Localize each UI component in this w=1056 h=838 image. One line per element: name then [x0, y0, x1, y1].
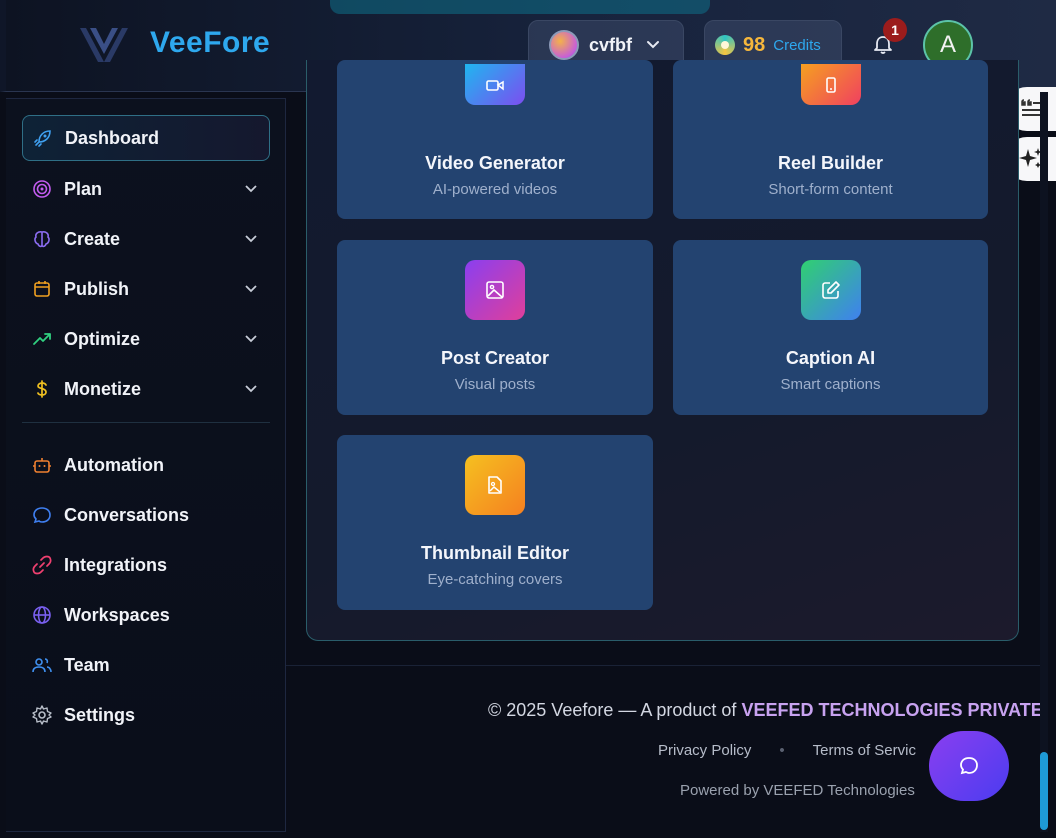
tool-title: Reel Builder — [777, 153, 884, 173]
rocket-icon — [34, 130, 51, 147]
dollar-icon — [37, 380, 47, 398]
sidebar-item-label: Create — [64, 228, 121, 249]
sidebar-item-monetize[interactable]: Monetize — [22, 366, 270, 412]
workspace-avatar — [549, 30, 579, 60]
sidebar-item-label: Plan — [64, 178, 103, 199]
bot-icon — [33, 458, 51, 473]
sidebar-item-automation[interactable]: Automation — [22, 442, 270, 488]
sidebar: Dashboard Plan Create Publish Optimize M… — [6, 98, 286, 832]
tool-subtitle: Short-form content — [768, 181, 893, 198]
phone-icon — [801, 64, 861, 105]
privacy-policy-link[interactable]: Privacy Policy — [658, 742, 751, 759]
tool-subtitle: Smart captions — [780, 376, 881, 393]
quote-list-icon — [1020, 99, 1041, 116]
sidebar-item-dashboard[interactable]: Dashboard — [22, 115, 270, 161]
tool-card-post-creator[interactable]: Post Creator Visual posts — [337, 240, 653, 415]
tool-subtitle: Eye-catching covers — [427, 571, 563, 588]
sidebar-item-label: Automation — [64, 454, 164, 475]
workspace-name: cvfbf — [589, 34, 633, 55]
image-file-icon — [465, 455, 525, 515]
chevron-down-icon — [647, 41, 660, 49]
app-name[interactable]: VeeFore — [150, 26, 270, 60]
sidebar-item-label: Monetize — [64, 378, 142, 399]
video-icon — [465, 64, 525, 105]
tool-title: Video Generator — [425, 153, 565, 173]
sidebar-item-plan[interactable]: Plan — [22, 166, 270, 212]
sidebar-item-optimize[interactable]: Optimize — [22, 316, 270, 362]
sidebar-item-integrations[interactable]: Integrations — [22, 542, 270, 588]
tool-subtitle: AI-powered videos — [432, 181, 558, 198]
image-icon — [465, 260, 525, 320]
sidebar-item-label: Workspaces — [64, 604, 170, 625]
ai-tools-panel: Video Generator AI-powered videos Reel B… — [306, 60, 1019, 641]
sidebar-item-label: Dashboard — [65, 127, 160, 148]
tool-card-caption-ai[interactable]: Caption AI Smart captions — [673, 240, 988, 415]
scrollbar-track[interactable] — [1040, 92, 1048, 832]
notification-badge: 1 — [883, 18, 907, 42]
tool-card-video-generator[interactable]: Video Generator AI-powered videos — [337, 60, 653, 219]
globe-icon — [33, 606, 51, 624]
copyright-prefix: © 2025 Veefore — A product of — [488, 700, 742, 720]
link-icon — [32, 555, 52, 575]
sidebar-item-label: Publish — [64, 278, 130, 299]
chat-bubble-icon — [33, 507, 51, 524]
chevron-down-icon — [245, 285, 257, 293]
sidebar-item-create[interactable]: Create — [22, 216, 270, 262]
sidebar-item-label: Settings — [64, 704, 136, 725]
sidebar-divider — [22, 422, 270, 423]
calendar-icon — [34, 281, 50, 297]
gear-icon — [32, 705, 52, 725]
tool-title: Post Creator — [440, 348, 550, 368]
tool-title: Caption AI — [785, 348, 876, 368]
sidebar-item-settings[interactable]: Settings — [22, 692, 270, 738]
chevron-down-icon — [245, 235, 257, 243]
tool-title: Thumbnail Editor — [421, 543, 569, 563]
trending-up-icon — [33, 333, 51, 345]
copyright-text: © 2025 Veefore — A product of VEEFED TEC… — [488, 700, 1043, 721]
footer: © 2025 Veefore — A product of VEEFED TEC… — [286, 665, 1043, 838]
chat-button[interactable] — [929, 731, 1009, 801]
users-icon — [32, 658, 52, 673]
tool-card-reel-builder[interactable]: Reel Builder Short-form content — [673, 60, 988, 219]
sidebar-item-workspaces[interactable]: Workspaces — [22, 592, 270, 638]
credits-label: Credits — [773, 36, 821, 54]
sidebar-item-label: Conversations — [64, 504, 190, 525]
tool-subtitle: Visual posts — [454, 376, 536, 393]
brain-icon — [34, 231, 50, 248]
sidebar-item-team[interactable]: Team — [22, 642, 270, 688]
sidebar-item-label: Team — [64, 654, 110, 675]
chevron-down-icon — [245, 185, 257, 193]
powered-by-text: Powered by VEEFED Technologies — [680, 782, 915, 799]
footer-links: Privacy Policy • Terms of Servic — [658, 742, 916, 759]
coin-icon — [715, 35, 735, 55]
chevron-down-icon — [245, 385, 257, 393]
credits-value: 98 — [743, 33, 766, 56]
header-glow — [330, 0, 710, 14]
sidebar-item-conversations[interactable]: Conversations — [22, 492, 270, 538]
terms-of-service-link[interactable]: Terms of Servic — [813, 742, 916, 759]
target-icon — [33, 180, 51, 198]
veefore-logo-icon — [80, 28, 128, 62]
sidebar-item-publish[interactable]: Publish — [22, 266, 270, 312]
company-brand: VEEFED TECHNOLOGIES PRIVATE — [741, 700, 1043, 720]
sidebar-item-label: Optimize — [64, 328, 141, 349]
tool-card-thumbnail-editor[interactable]: Thumbnail Editor Eye-catching covers — [337, 435, 653, 610]
scrollbar-thumb[interactable] — [1040, 752, 1048, 830]
edit-icon — [801, 260, 861, 320]
separator-dot: • — [779, 742, 785, 759]
chat-bubble-icon — [960, 757, 978, 775]
chevron-down-icon — [245, 335, 257, 343]
sidebar-item-label: Integrations — [64, 554, 168, 575]
